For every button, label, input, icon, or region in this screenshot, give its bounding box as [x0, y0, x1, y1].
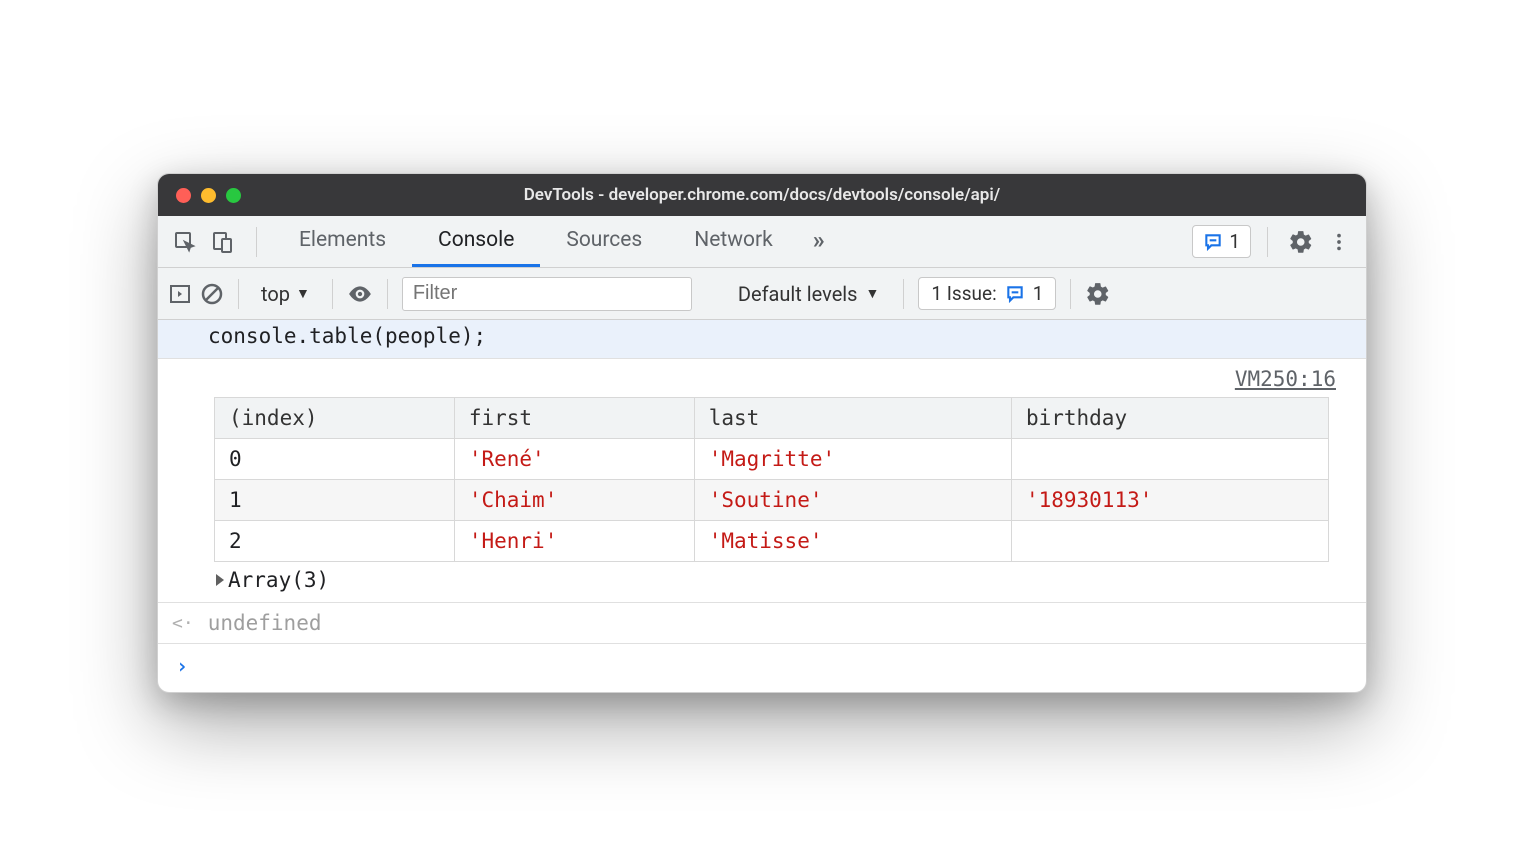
chat-icon [1203, 232, 1223, 252]
issues-button[interactable]: 1 Issue: 1 [918, 277, 1056, 310]
issues-count: 1 [1229, 230, 1240, 253]
col-first[interactable]: first [454, 398, 694, 439]
issue-count: 1 [1033, 282, 1044, 305]
cell-index: 0 [215, 439, 455, 480]
filter-input[interactable] [402, 277, 692, 311]
inspect-element-icon[interactable] [168, 225, 202, 259]
cell-last: 'Soutine' [694, 480, 1011, 521]
clear-console-icon[interactable] [200, 282, 224, 306]
chevron-down-icon: ▼ [866, 285, 880, 302]
maximize-button[interactable] [226, 188, 241, 203]
tab-network[interactable]: Network [668, 216, 799, 267]
divider [332, 279, 333, 309]
array-label: Array(3) [228, 568, 329, 592]
console-table: (index) first last birthday 0 'René' 'Ma… [214, 397, 1329, 562]
undefined-value: undefined [208, 611, 322, 635]
tab-console[interactable]: Console [412, 216, 540, 267]
divider [387, 279, 388, 309]
cell-first: 'Chaim' [454, 480, 694, 521]
levels-label: Default levels [738, 282, 858, 306]
minimize-button[interactable] [201, 188, 216, 203]
cell-birthday [1011, 521, 1328, 562]
cell-index: 1 [215, 480, 455, 521]
col-last[interactable]: last [694, 398, 1011, 439]
devtools-window: DevTools - developer.chrome.com/docs/dev… [157, 173, 1367, 693]
col-index[interactable]: (index) [215, 398, 455, 439]
tab-sources[interactable]: Sources [540, 216, 668, 267]
return-arrow-icon: <· [172, 613, 194, 634]
source-link[interactable]: VM250:16 [208, 367, 1346, 397]
table-row[interactable]: 1 'Chaim' 'Soutine' '18930113' [215, 480, 1329, 521]
window-titlebar: DevTools - developer.chrome.com/docs/dev… [158, 174, 1366, 216]
more-menu-icon[interactable] [1322, 225, 1356, 259]
issue-label: 1 Issue: [931, 282, 996, 305]
console-input-history: console.table(people); [158, 320, 1366, 359]
tab-elements[interactable]: Elements [273, 216, 412, 267]
cell-first: 'René' [454, 439, 694, 480]
tabs-overflow-icon[interactable]: » [799, 216, 839, 267]
cell-first: 'Henri' [454, 521, 694, 562]
expand-arrow-icon [216, 574, 224, 586]
divider [1267, 227, 1268, 257]
close-button[interactable] [176, 188, 191, 203]
settings-icon[interactable] [1284, 225, 1318, 259]
window-title: DevTools - developer.chrome.com/docs/dev… [158, 185, 1366, 205]
divider [903, 279, 904, 309]
log-levels-selector[interactable]: Default levels ▼ [728, 282, 890, 306]
live-expression-icon[interactable] [347, 281, 373, 307]
table-row[interactable]: 0 'René' 'Magritte' [215, 439, 1329, 480]
table-row[interactable]: 2 'Henri' 'Matisse' [215, 521, 1329, 562]
cell-last: 'Magritte' [694, 439, 1011, 480]
console-toolbar: top ▼ Default levels ▼ 1 Issue: 1 [158, 268, 1366, 320]
issues-badge[interactable]: 1 [1192, 225, 1251, 258]
panel-tabs: Elements Console Sources Network » [273, 216, 839, 267]
context-label: top [261, 282, 290, 306]
return-value-row: <· undefined [158, 602, 1366, 644]
chevron-down-icon: ▼ [296, 285, 310, 302]
devtools-tabbar: Elements Console Sources Network » 1 [158, 216, 1366, 268]
cell-index: 2 [215, 521, 455, 562]
console-output: VM250:16 (index) first last birthday 0 '… [158, 359, 1366, 602]
chat-icon [1005, 284, 1025, 304]
context-selector[interactable]: top ▼ [253, 278, 318, 310]
cell-last: 'Matisse' [694, 521, 1011, 562]
divider [238, 279, 239, 309]
divider [1070, 279, 1071, 309]
prompt-glyph: › [176, 654, 188, 678]
code-line: console.table(people); [208, 324, 1316, 348]
console-prompt[interactable]: › [158, 644, 1366, 692]
cell-birthday: '18930113' [1011, 480, 1328, 521]
traffic-lights [176, 188, 241, 203]
cell-birthday [1011, 439, 1328, 480]
array-expander[interactable]: Array(3) [208, 562, 1346, 598]
divider [256, 227, 257, 257]
col-birthday[interactable]: birthday [1011, 398, 1328, 439]
device-toolbar-icon[interactable] [206, 225, 240, 259]
console-settings-icon[interactable] [1085, 281, 1111, 307]
sidebar-toggle-icon[interactable] [168, 282, 192, 306]
table-header-row: (index) first last birthday [215, 398, 1329, 439]
